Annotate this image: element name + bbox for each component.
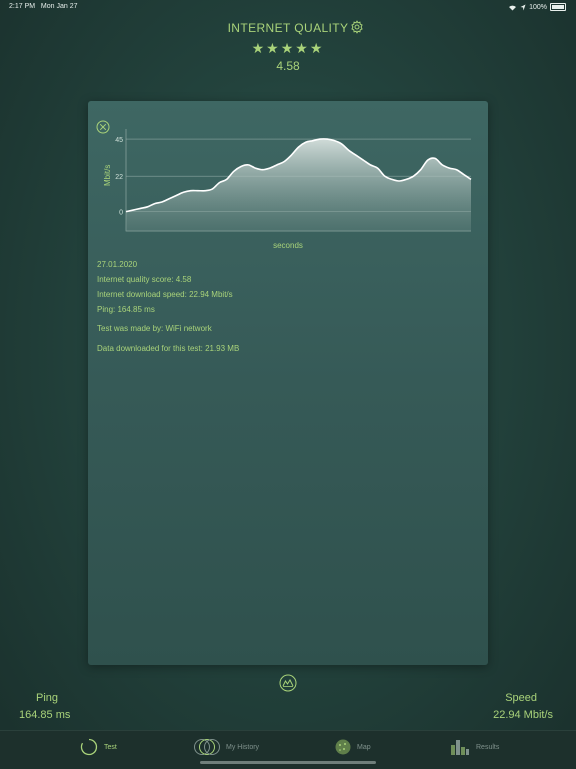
history-circles-icon bbox=[194, 739, 220, 755]
speed-label: Speed bbox=[505, 692, 537, 704]
quality-score-line: Internet quality score: 4.58 bbox=[97, 275, 192, 284]
test-date: 27.01.2020 bbox=[97, 260, 138, 269]
speed-area bbox=[126, 138, 471, 231]
tab-results[interactable]: Results bbox=[450, 731, 499, 763]
tab-map[interactable]: Map bbox=[335, 731, 371, 763]
tab-my-history-label: My History bbox=[226, 743, 260, 751]
ping-label: Ping bbox=[36, 692, 59, 704]
battery-percent: 100% bbox=[529, 3, 547, 11]
gear-icon[interactable] bbox=[350, 20, 364, 34]
speed-chart: 0 22 45 Mbit/s bbox=[103, 129, 472, 232]
test-details-card: 0 22 45 Mbit/s seconds 27.01.2020 Internet… bbox=[88, 101, 488, 665]
status-indicators: 100% bbox=[508, 3, 566, 11]
ping-line: Ping: 164.85 ms bbox=[97, 305, 155, 314]
status-time: 2:17 PM Mon Jan 27 bbox=[9, 3, 78, 10]
page-title: INTERNET QUALITY bbox=[227, 21, 349, 35]
tab-results-label: Results bbox=[476, 743, 500, 751]
location-arrow-icon bbox=[520, 4, 526, 10]
data-downloaded-line: Data downloaded for this test: 21.93 MB bbox=[97, 344, 240, 353]
status-date-text: Mon Jan 27 bbox=[40, 3, 78, 10]
download-speed-line: Internet download speed: 22.94 Mbit/s bbox=[97, 290, 233, 299]
chart-y-tick-label: 0 bbox=[119, 210, 123, 217]
test-source-line: Test was made by: WiFi network bbox=[97, 324, 212, 333]
chart-toggle-icon[interactable] bbox=[279, 674, 297, 692]
battery-icon bbox=[550, 3, 566, 11]
chart-y-tick-label: 22 bbox=[115, 174, 123, 181]
tab-test[interactable]: Test bbox=[80, 731, 117, 763]
tab-test-label: Test bbox=[104, 743, 117, 751]
tab-map-label: Map bbox=[357, 743, 371, 751]
chart-x-label: seconds bbox=[273, 241, 303, 250]
tab-my-history[interactable]: My History bbox=[194, 731, 259, 763]
wifi-icon bbox=[509, 5, 517, 10]
chart-y-tick-label: 45 bbox=[115, 137, 123, 144]
quality-score: 4.58 bbox=[276, 59, 300, 73]
status-time-text: 2:17 PM bbox=[9, 3, 36, 10]
speed-value: 22.94 Mbit/s bbox=[493, 709, 553, 721]
rating-stars: ★★★★★ bbox=[251, 40, 325, 56]
chart-y-label: Mbit/s bbox=[103, 165, 112, 186]
test-spinner-icon bbox=[80, 738, 98, 756]
results-bars-icon bbox=[451, 740, 469, 755]
ping-value: 164.85 ms bbox=[19, 709, 71, 721]
home-indicator bbox=[200, 761, 376, 764]
status-bar: 2:17 PM Mon Jan 27 100% bbox=[0, 0, 576, 14]
map-globe-icon bbox=[335, 739, 351, 755]
